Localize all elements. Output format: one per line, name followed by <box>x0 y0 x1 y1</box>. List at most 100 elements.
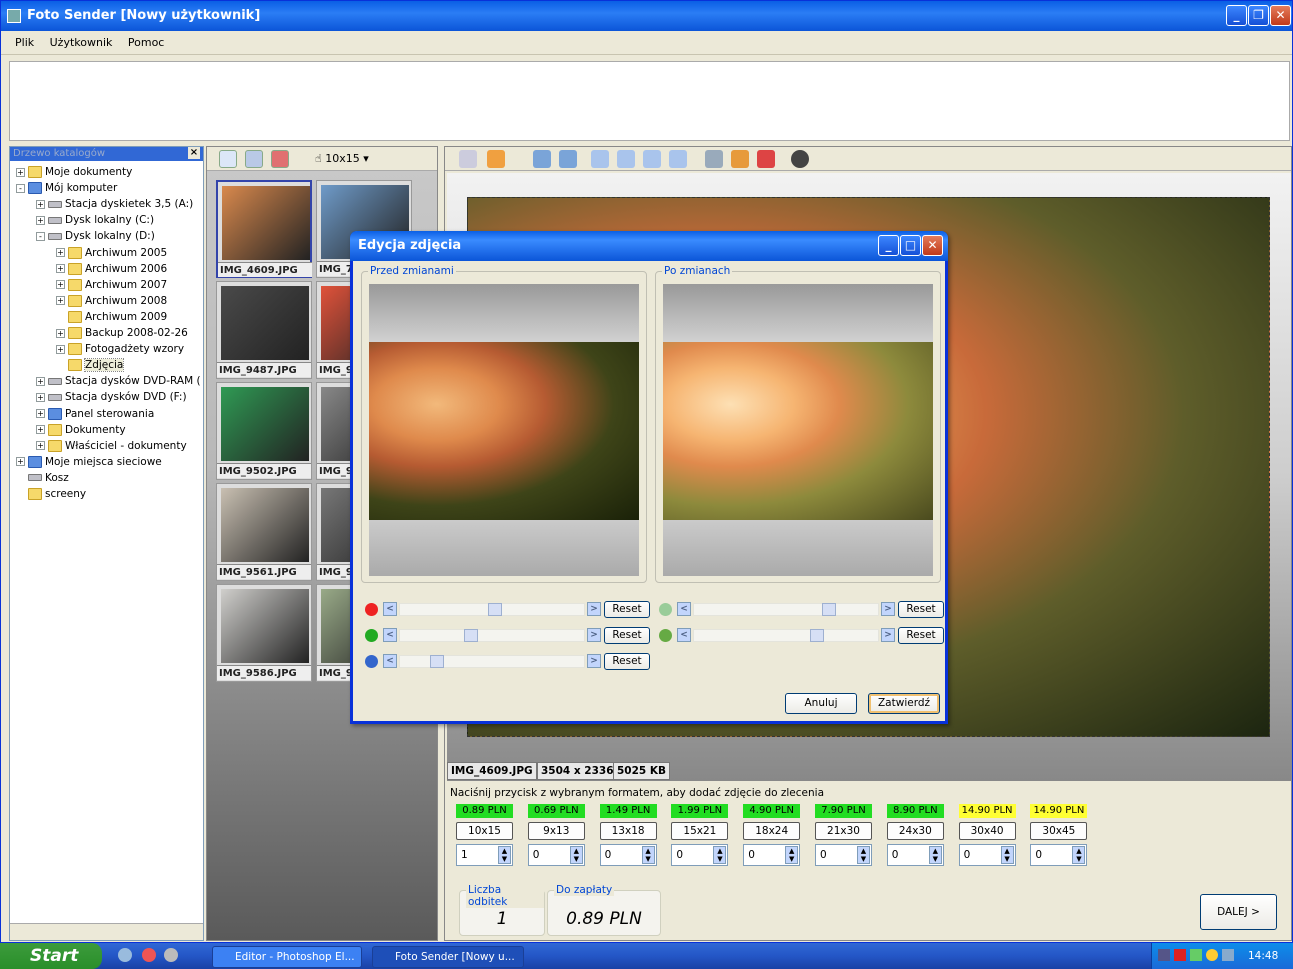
tree-item[interactable]: + Stacja dyskietek 3,5 (A:) <box>36 196 193 212</box>
zoom-fit-icon[interactable] <box>643 150 661 168</box>
expand-toggle-icon[interactable]: + <box>36 199 45 209</box>
rotate-right-icon[interactable] <box>559 150 577 168</box>
tree-item[interactable]: + Moje dokumenty <box>16 164 132 180</box>
zoom-actual-icon[interactable] <box>669 150 687 168</box>
slider-track[interactable] <box>693 603 879 616</box>
close-button[interactable]: ✕ <box>1270 5 1291 26</box>
tree-item[interactable]: Zdjęcia <box>56 357 125 373</box>
reset-button[interactable]: Reset <box>604 601 650 618</box>
slider-thumb[interactable] <box>429 655 444 668</box>
stepper-arrows-icon[interactable]: ▲ ▼ <box>569 846 583 864</box>
fit-icon[interactable] <box>487 150 505 168</box>
tray-messenger-icon[interactable] <box>1190 949 1202 961</box>
select-all-icon[interactable] <box>219 150 237 168</box>
format-button-24x30[interactable]: 24x30 <box>886 822 944 840</box>
quantity-stepper[interactable]: 0 ▲ ▼ <box>743 844 801 866</box>
tree-item[interactable]: + Dokumenty <box>36 422 126 438</box>
dialog-close-button[interactable]: ✕ <box>922 235 943 256</box>
next-button[interactable]: DALEJ > <box>1200 894 1277 930</box>
thumbnail-item[interactable]: IMG_4609.JPG <box>216 180 312 278</box>
tree-item[interactable]: + Archiwum 2006 <box>56 261 167 277</box>
minimize-button[interactable]: _ <box>1226 5 1247 26</box>
restore-button[interactable]: ❐ <box>1248 5 1269 26</box>
expand-toggle-icon[interactable]: + <box>56 248 65 257</box>
expand-toggle-icon[interactable]: - <box>36 231 45 241</box>
slider-right-arrow-icon[interactable]: > <box>587 602 601 616</box>
tree-item[interactable]: + Dysk lokalny (C:) <box>36 212 154 228</box>
format-button-30x45[interactable]: 30x45 <box>1030 822 1088 840</box>
quantity-stepper[interactable]: 0 ▲ ▼ <box>886 844 944 866</box>
slider-left-arrow-icon[interactable]: < <box>383 654 397 668</box>
delete-icon[interactable] <box>271 150 289 168</box>
menu-pomoc[interactable]: Pomoc <box>128 36 164 49</box>
preview-eye-icon[interactable] <box>791 150 809 168</box>
format-button-30x40[interactable]: 30x40 <box>958 822 1016 840</box>
tree-item[interactable]: + Archiwum 2008 <box>56 293 167 309</box>
effects-icon[interactable] <box>731 150 749 168</box>
expand-toggle-icon[interactable]: + <box>56 328 65 338</box>
task-photoshop[interactable]: Editor - Photoshop El... <box>212 946 362 968</box>
expand-toggle-icon[interactable]: + <box>56 264 65 274</box>
zoom-out-icon[interactable] <box>617 150 635 168</box>
slider-right-arrow-icon[interactable]: > <box>587 654 601 668</box>
reset-button[interactable]: Reset <box>604 653 650 670</box>
slider-thumb[interactable] <box>809 629 824 642</box>
quantity-stepper[interactable]: 0 ▲ ▼ <box>527 844 585 866</box>
quantity-stepper[interactable]: 0 ▲ ▼ <box>815 844 872 866</box>
format-dropdown[interactable]: ☝ 10x15 ▾ <box>315 152 369 165</box>
tree-item[interactable]: + Moje miejsca sieciowe <box>16 454 162 470</box>
expand-toggle-icon[interactable]: - <box>16 183 25 193</box>
crop-icon[interactable] <box>459 150 477 168</box>
stepper-arrows-icon[interactable]: ▲ ▼ <box>1000 846 1014 864</box>
expand-toggle-icon[interactable]: + <box>56 280 65 290</box>
tree-item[interactable]: - Dysk lokalny (D:) <box>36 228 155 244</box>
stepper-arrows-icon[interactable]: ▲ ▼ <box>857 846 870 864</box>
slider-right-arrow-icon[interactable]: > <box>587 628 601 642</box>
quicklaunch-media-icon[interactable] <box>142 948 156 962</box>
tree-item[interactable]: + Archiwum 2007 <box>56 277 167 293</box>
slider-thumb[interactable] <box>822 603 836 616</box>
stepper-arrows-icon[interactable]: ▲ ▼ <box>498 846 511 864</box>
tree-horizontal-scrollbar[interactable] <box>10 923 203 940</box>
tree-item[interactable]: + Backup 2008-02-26 <box>56 325 188 341</box>
tray-antivirus-icon[interactable] <box>1174 949 1186 961</box>
thumbnail-item[interactable]: IMG_9502.JPG <box>216 382 312 480</box>
expand-toggle-icon[interactable]: + <box>16 457 25 467</box>
slider-right-arrow-icon[interactable]: > <box>881 602 895 616</box>
tree-item[interactable]: Archiwum 2009 <box>56 309 167 325</box>
tree-item[interactable]: - Mój komputer <box>16 180 117 196</box>
task-foto-sender[interactable]: Foto Sender [Nowy u... <box>372 946 524 968</box>
tree-close-button[interactable]: × <box>188 147 200 159</box>
quantity-stepper[interactable]: 0 ▲ ▼ <box>599 844 657 866</box>
expand-toggle-icon[interactable]: + <box>36 409 45 418</box>
menu-uzytkownik[interactable]: Użytkownik <box>50 36 113 49</box>
expand-toggle-icon[interactable]: + <box>36 376 45 386</box>
format-button-18x24[interactable]: 18x24 <box>743 822 801 840</box>
tree-item[interactable]: + Panel sterowania <box>36 406 154 422</box>
slider-left-arrow-icon[interactable]: < <box>677 628 691 642</box>
dialog-maximize-button[interactable]: □ <box>900 235 921 256</box>
slider-left-arrow-icon[interactable]: < <box>383 628 397 642</box>
quantity-stepper[interactable]: 0 ▲ ▼ <box>671 844 729 866</box>
quantity-stepper[interactable]: 1 ▲ ▼ <box>456 844 513 866</box>
stepper-arrows-icon[interactable]: ▲ ▼ <box>641 846 655 864</box>
tree-item[interactable]: + Stacja dysków DVD (F:) <box>36 389 187 405</box>
slider-left-arrow-icon[interactable]: < <box>677 602 691 616</box>
stepper-arrows-icon[interactable]: ▲ ▼ <box>785 846 799 864</box>
start-button[interactable]: Start <box>0 943 102 969</box>
reset-button[interactable]: Reset <box>898 627 944 644</box>
undo-icon[interactable] <box>757 150 775 168</box>
stepper-arrows-icon[interactable]: ▲ ▼ <box>1072 846 1086 864</box>
menu-plik[interactable]: Plik <box>15 36 34 49</box>
slider-track[interactable] <box>693 629 879 642</box>
thumbnail-item[interactable]: IMG_9487.JPG <box>216 281 312 379</box>
expand-toggle-icon[interactable]: + <box>36 215 45 225</box>
slider-right-arrow-icon[interactable]: > <box>881 628 895 642</box>
tray-network-icon[interactable] <box>1158 949 1170 961</box>
slider-left-arrow-icon[interactable]: < <box>383 602 397 616</box>
expand-toggle-icon[interactable]: + <box>36 392 45 402</box>
confirm-button[interactable]: Zatwierdź <box>868 693 940 714</box>
rotate-left-icon[interactable] <box>533 150 551 168</box>
format-button-15x21[interactable]: 15x21 <box>671 822 729 840</box>
slider-track[interactable] <box>399 629 585 642</box>
